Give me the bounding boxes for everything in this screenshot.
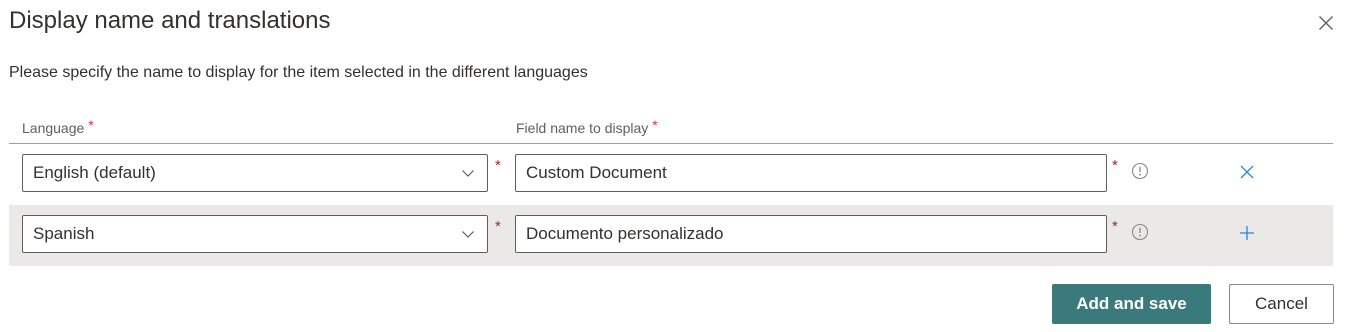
required-marker: * <box>495 157 501 174</box>
required-marker: * <box>88 117 94 133</box>
language-select-value: Spanish <box>33 224 95 243</box>
language-select[interactable]: English (default) <box>22 154 488 192</box>
dialog-description: Please specify the name to display for t… <box>9 64 588 81</box>
field-name-column-header: Field name to display * <box>516 115 658 138</box>
required-marker: * <box>1112 218 1118 235</box>
dialog-title: Display name and translations <box>9 7 331 34</box>
chevron-down-icon <box>462 231 474 238</box>
close-button[interactable] <box>1312 9 1340 37</box>
cancel-button[interactable]: Cancel <box>1229 284 1334 324</box>
language-column-label: Language <box>22 120 85 136</box>
add-and-save-button[interactable]: Add and save <box>1052 284 1211 324</box>
required-marker: * <box>1112 157 1118 174</box>
info-icon <box>1131 162 1149 180</box>
field-name-column-label: Field name to display <box>516 120 649 136</box>
chevron-down-icon <box>462 170 474 177</box>
language-select-value: English (default) <box>33 163 156 182</box>
add-icon <box>1240 226 1254 240</box>
language-column-header: Language * <box>22 115 94 138</box>
required-marker: * <box>495 218 501 235</box>
translations-dialog: Display name and translations Please spe… <box>0 0 1345 332</box>
language-select[interactable]: Spanish <box>22 215 488 253</box>
translation-row: Spanish * * <box>9 205 1333 266</box>
field-name-input[interactable] <box>515 154 1107 192</box>
add-row-button[interactable] <box>1235 221 1259 245</box>
translation-row: English (default) * * <box>9 144 1333 205</box>
field-name-input[interactable] <box>515 215 1107 253</box>
remove-row-button[interactable] <box>1235 160 1259 184</box>
info-icon <box>1131 223 1149 241</box>
required-marker: * <box>652 117 658 133</box>
remove-icon <box>1240 165 1254 179</box>
close-icon <box>1319 16 1333 30</box>
